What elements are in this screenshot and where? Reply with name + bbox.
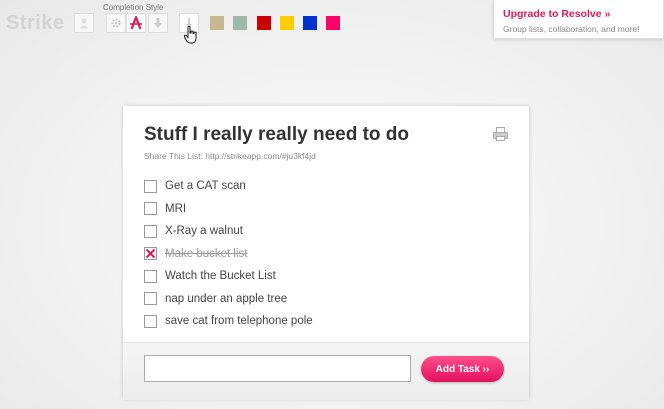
task-text: X-Ray a walnut xyxy=(165,225,243,238)
task-checkbox[interactable] xyxy=(144,314,157,328)
color-swatch-pink[interactable] xyxy=(326,16,340,30)
print-icon[interactable] xyxy=(493,127,508,141)
color-swatch-blue[interactable] xyxy=(303,16,317,30)
share-link[interactable]: Share This List: http://strikeapp.com/#j… xyxy=(144,151,316,161)
task-item[interactable]: Watch the Bucket List xyxy=(144,265,313,288)
task-checkbox[interactable] xyxy=(144,224,157,238)
upgrade-subtitle: Group lists, collaboration, and more! xyxy=(503,24,640,34)
list-title[interactable]: Stuff I really really need to do xyxy=(144,124,409,146)
task-text: Make bucket list xyxy=(165,247,248,260)
task-text: Watch the Bucket List xyxy=(165,270,276,283)
app-logo: Strike xyxy=(6,12,65,34)
task-item[interactable]: save cat from telephone pole xyxy=(144,310,313,333)
gear-icon xyxy=(111,18,121,28)
completion-style-label: Completion Style xyxy=(103,3,164,12)
task-item[interactable]: Get a CAT scan xyxy=(144,175,313,198)
style-move-down-button[interactable] xyxy=(148,13,168,33)
color-swatch-red[interactable] xyxy=(257,16,271,30)
task-item[interactable]: X-Ray a walnut xyxy=(144,220,313,243)
task-text: Get a CAT scan xyxy=(165,180,246,193)
task-text: nap under an apple tree xyxy=(165,292,288,305)
strikethrough-a-icon xyxy=(130,16,142,30)
color-swatch-sage[interactable] xyxy=(233,16,247,30)
add-task-button[interactable]: Add Task ›› xyxy=(421,356,504,382)
task-checkbox[interactable] xyxy=(144,202,157,216)
task-item[interactable]: nap under an apple tree xyxy=(144,288,313,311)
upgrade-panel: Upgrade to Resolve » Group lists, collab… xyxy=(493,0,664,39)
style-gear-button[interactable] xyxy=(106,13,126,33)
check-x-icon xyxy=(145,249,156,259)
new-task-input[interactable] xyxy=(144,355,411,382)
task-text: MRI xyxy=(165,202,187,215)
task-checkbox[interactable] xyxy=(144,269,157,283)
user-button[interactable] xyxy=(74,13,94,33)
task-item[interactable]: MRI xyxy=(144,198,313,221)
hand-cursor-icon xyxy=(184,26,197,44)
upgrade-link[interactable]: Upgrade to Resolve » xyxy=(503,8,663,20)
list-card: Stuff I really really need to do Share T… xyxy=(123,106,529,400)
task-checkbox[interactable] xyxy=(144,179,157,193)
color-swatch-tan[interactable] xyxy=(210,16,224,30)
add-task-bar: Add Task ›› xyxy=(123,342,529,400)
arrow-down-icon xyxy=(154,18,162,28)
color-swatch-yellow[interactable] xyxy=(280,16,294,30)
user-icon xyxy=(79,18,89,29)
task-checkbox-checked[interactable] xyxy=(144,247,157,261)
task-item-completed[interactable]: Make bucket list xyxy=(144,243,313,266)
task-text: save cat from telephone pole xyxy=(165,315,313,328)
task-checkbox[interactable] xyxy=(144,292,157,306)
style-strikethrough-button[interactable] xyxy=(126,13,146,33)
task-list: Get a CAT scan MRI X-Ray a walnut Make b… xyxy=(144,175,313,333)
